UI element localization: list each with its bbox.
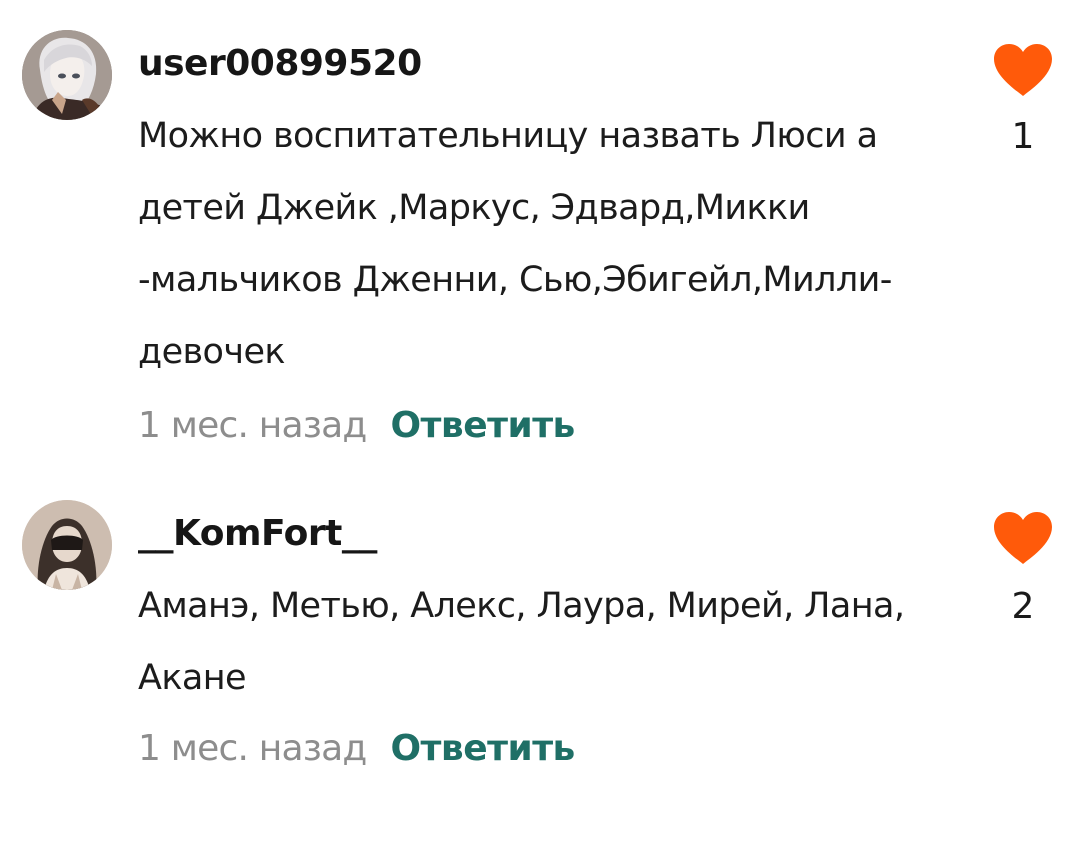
heart-icon: [994, 44, 1052, 96]
comment-item: __KomFort__ Аманэ, Метью, Алекс, Лаура, …: [0, 470, 1080, 800]
comment-text: Аманэ, Метью, Алекс, Лаура, Мирей, Лана,…: [138, 586, 905, 698]
reply-button[interactable]: Ответить: [390, 405, 575, 446]
comment-text: Можно воспитательницу назвать Люси а дет…: [138, 116, 892, 372]
comment-username[interactable]: user00899520: [138, 42, 422, 86]
avatar[interactable]: [22, 500, 112, 590]
comment-timestamp: 1 мес. назад: [138, 727, 367, 769]
comment-meta: 1 мес. назад Ответить: [138, 400, 575, 450]
comment-item: user00899520 Можно воспитательницу назва…: [0, 0, 1080, 470]
comment-username[interactable]: __KomFort__: [138, 512, 377, 556]
like-button[interactable]: [990, 506, 1056, 572]
like-button[interactable]: [990, 38, 1056, 104]
like-count: 2: [1011, 586, 1035, 627]
comment-timestamp: 1 мес. назад: [138, 404, 367, 446]
like-count: 1: [1011, 116, 1035, 157]
avatar[interactable]: [22, 30, 112, 120]
reply-button[interactable]: Ответить: [390, 728, 575, 769]
comment-meta: 1 мес. назад Ответить: [138, 723, 575, 773]
heart-icon: [994, 512, 1052, 564]
